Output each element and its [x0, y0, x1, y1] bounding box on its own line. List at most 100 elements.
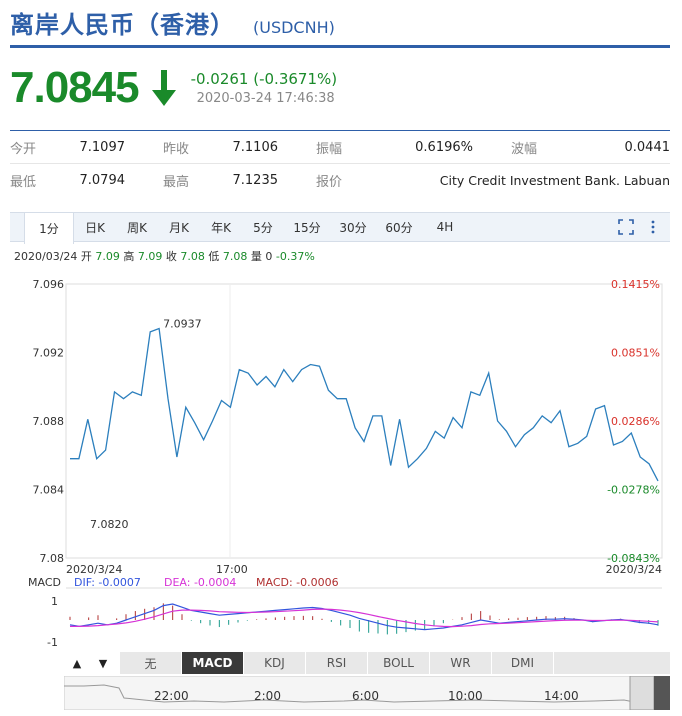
symbol-code: (USDCNH) [253, 18, 335, 37]
y-tick-label: 7.096 [33, 278, 65, 291]
page-title: 离岸人民币（香港） [10, 11, 235, 39]
ohlc-low-label: 低 [208, 250, 220, 263]
dea-label: DEA: -0.0004 [164, 576, 236, 589]
timeline-label: 14:00 [544, 689, 579, 703]
max-annotation: 7.0937 [163, 317, 202, 330]
price-row: 7.0845 -0.0261 (-0.3671%) 2020-03-24 17:… [10, 60, 337, 116]
period-tabs: 1分 日K 周K 月K 年K 5分 15分 30分 60分 4H [10, 212, 670, 244]
macd-value-label: MACD: -0.0006 [256, 576, 339, 589]
ohlc-vol-label: 量 [250, 250, 262, 263]
scroll-down-button[interactable]: ▼ [90, 652, 116, 674]
tab-4h[interactable]: 4H [422, 213, 468, 241]
ohlc-vol: 0 [265, 250, 273, 263]
y-tick-label: 7.08 [40, 552, 65, 565]
fullscreen-icon[interactable] [618, 219, 634, 235]
title-bar: 离岸人民币（香港） (USDCNH) [10, 10, 670, 48]
tab-60min[interactable]: 60分 [376, 213, 422, 241]
indicator-none[interactable]: 无 [120, 652, 182, 674]
y-axis: 7.096 7.092 7.088 7.084 7.08 [33, 278, 65, 565]
pct-tick-label: -0.0278% [607, 484, 660, 497]
stats-table: 今开 7.1097 昨收 7.1106 振幅 0.6196% 波幅 0.0441… [10, 130, 670, 197]
stats-row: 今开 7.1097 昨收 7.1106 振幅 0.6196% 波幅 0.0441 [10, 131, 670, 164]
macd-tick-top: 1 [51, 595, 58, 608]
tab-15min[interactable]: 15分 [284, 213, 330, 241]
ohlc-date: 2020/03/24 [14, 250, 78, 263]
ohlc-open-label: 开 [80, 250, 92, 263]
tab-week[interactable]: 周K [116, 213, 158, 241]
timeline-label: 22:00 [154, 689, 189, 703]
stats-row: 最低 7.0794 最高 7.1235 报价 City Credit Inves… [10, 164, 670, 197]
pct-tick-label: 0.0851% [611, 347, 660, 360]
price-chart[interactable]: 7.096 7.092 7.088 7.084 7.08 0.1415% 0.0851% 0… [0, 270, 682, 652]
stat-label: 报价 [316, 175, 343, 190]
pct-tick-label: 0.0286% [611, 415, 660, 428]
ohlc-close: 7.08 [180, 250, 205, 263]
timeline-label: 10:00 [448, 689, 483, 703]
tab-1min[interactable]: 1分 [24, 213, 74, 244]
stat-label: 振幅 [316, 141, 343, 157]
tab-30min[interactable]: 30分 [330, 213, 376, 241]
stat-value: 7.1097 [79, 139, 126, 155]
min-annotation: 7.0820 [90, 518, 129, 531]
more-menu-icon[interactable] [650, 219, 656, 235]
stat-value: 7.1106 [232, 139, 279, 155]
timeline-label: 6:00 [352, 689, 379, 703]
quote-time: 2020-03-24 17:46:38 [196, 91, 335, 106]
indicator-dmi[interactable]: DMI [492, 652, 554, 674]
chart-grid [65, 283, 663, 559]
dif-line [69, 603, 659, 631]
y-tick-label: 7.084 [33, 484, 65, 497]
indicator-rsi[interactable]: RSI [306, 652, 368, 674]
stat-label: 最低 [10, 175, 37, 190]
y-tick-label: 7.092 [33, 347, 65, 360]
stat-value: 7.0794 [79, 173, 126, 188]
tab-day[interactable]: 日K [74, 213, 116, 241]
pct-axis: 0.1415%0.0851%0.0286%-0.0278%-0.0843% [607, 278, 660, 565]
dea-line [70, 608, 659, 628]
stat-value: 0.6196% [415, 139, 473, 155]
timeline-label: 2:00 [254, 689, 281, 703]
indicator-wr[interactable]: WR [430, 652, 492, 674]
range-handle[interactable] [629, 676, 655, 710]
ohlc-close-label: 收 [165, 250, 177, 263]
current-price: 7.0845 [10, 63, 140, 112]
stat-label: 今开 [10, 141, 37, 157]
indicator-macd[interactable]: MACD [182, 652, 244, 674]
timeline-navigator[interactable]: 22:00 2:00 6:00 10:00 14:00 [64, 676, 670, 710]
stat-value: 0.0441 [624, 139, 671, 155]
macd-histogram [66, 587, 662, 635]
x-label-start: 2020/3/24 [66, 563, 122, 576]
macd-tick-bottom: -1 [47, 636, 58, 649]
ohlc-pct: -0.37% [275, 250, 315, 263]
ohlc-info: 2020/03/24 开 7.09 高 7.09 收 7.08 低 7.08 量… [14, 248, 315, 264]
stat-value: 7.1235 [232, 173, 279, 188]
indicator-kdj[interactable]: KDJ [244, 652, 306, 674]
ohlc-low: 7.08 [222, 250, 248, 263]
macd-title: MACD [28, 576, 61, 589]
y-tick-label: 7.088 [33, 415, 65, 428]
tab-5min[interactable]: 5分 [242, 213, 284, 241]
range-window[interactable] [654, 676, 670, 710]
stat-label: 波幅 [511, 141, 538, 157]
ohlc-high-label: 高 [123, 250, 135, 263]
ohlc-high: 7.09 [137, 250, 163, 263]
price-line [70, 327, 659, 482]
indicator-bar: ▲ ▼ 无 MACD KDJ RSI BOLL WR DMI [64, 652, 670, 674]
tab-month[interactable]: 月K [158, 213, 200, 241]
price-change: -0.0261 (-0.3671%) [190, 70, 338, 88]
ohlc-open: 7.09 [95, 250, 120, 263]
down-arrow-icon [151, 70, 176, 106]
indicator-boll[interactable]: BOLL [368, 652, 430, 674]
price-meta: -0.0261 (-0.3671%) 2020-03-24 17:46:38 [191, 70, 338, 106]
x-label-end: 2020/3/24 [606, 563, 662, 576]
chart-frame [65, 283, 663, 559]
x-label-mid: 17:00 [216, 563, 248, 576]
scroll-up-button[interactable]: ▲ [64, 652, 90, 674]
stat-label: 昨收 [163, 141, 190, 157]
pct-tick-label: 0.1415% [611, 278, 660, 291]
quoter-value: City Credit Investment Bank. Labuan [439, 173, 670, 188]
tab-year[interactable]: 年K [200, 213, 242, 241]
stat-label: 最高 [163, 175, 190, 190]
tab-icons [618, 213, 670, 241]
indicator-bar-fill [554, 652, 670, 674]
